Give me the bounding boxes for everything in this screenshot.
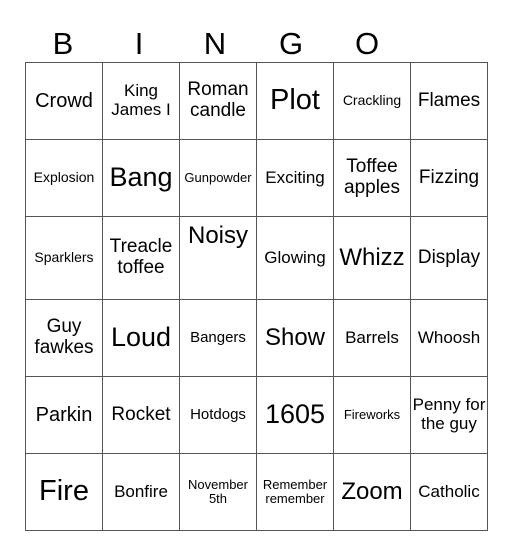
bingo-cell[interactable]: Catholic [410, 453, 488, 531]
bingo-cell[interactable]: Exciting [256, 139, 334, 217]
bingo-cell[interactable]: Toffee apples [333, 139, 411, 217]
grid-row: Guy fawkes Loud Bangers Show Barrels Who… [25, 299, 488, 377]
bingo-cell[interactable]: Sparklers [25, 216, 103, 300]
bingo-cell[interactable]: Rocket [102, 376, 180, 454]
bingo-cell[interactable]: Loud [102, 299, 180, 377]
bingo-cell[interactable]: 1605 [256, 376, 334, 454]
bingo-cell[interactable]: Zoom [333, 453, 411, 531]
bingo-cell[interactable]: Gunpowder [179, 139, 257, 217]
bingo-cell[interactable]: Noisy [179, 216, 257, 300]
bingo-cell[interactable]: Bang [102, 139, 180, 217]
bingo-cell[interactable]: Bonfire [102, 453, 180, 531]
bingo-cell[interactable]: Treacle toffee [102, 216, 180, 300]
bingo-cell[interactable]: Fire [25, 453, 103, 531]
header-letter-o: O [354, 26, 380, 61]
bingo-cell[interactable]: Penny for the guy [410, 376, 488, 454]
bingo-cell[interactable]: Barrels [333, 299, 411, 377]
bingo-cell[interactable]: King James I [102, 62, 180, 140]
grid-row: Explosion Bang Gunpowder Exciting Toffee… [25, 139, 488, 217]
grid-row: Fire Bonfire November 5th Remember remem… [25, 453, 488, 531]
bingo-cell[interactable]: Display [410, 216, 488, 300]
bingo-cell[interactable]: Whoosh [410, 299, 488, 377]
bingo-cell[interactable]: Crackling [333, 62, 411, 140]
header-letter-b: B [52, 26, 74, 61]
bingo-cell[interactable]: Explosion [25, 139, 103, 217]
header-letter-n: N [203, 26, 227, 61]
bingo-cell[interactable]: Flames [410, 62, 488, 140]
bingo-cell[interactable]: Roman candle [179, 62, 257, 140]
bingo-cell[interactable]: Bangers [179, 299, 257, 377]
bingo-cell[interactable]: Guy fawkes [25, 299, 103, 377]
bingo-cell[interactable]: Hotdogs [179, 376, 257, 454]
bingo-cell[interactable]: Fireworks [333, 376, 411, 454]
bingo-cell[interactable]: Crowd [25, 62, 103, 140]
bingo-cell[interactable]: November 5th [179, 453, 257, 531]
bingo-cell[interactable]: Show [256, 299, 334, 377]
grid-row: Parkin Rocket Hotdogs 1605 Fireworks Pen… [25, 376, 488, 454]
bingo-cell[interactable]: Remember remember [256, 453, 334, 531]
bingo-grid: Crowd King James I Roman candle Plot Cra… [25, 62, 488, 531]
grid-row: Crowd King James I Roman candle Plot Cra… [25, 62, 488, 140]
grid-row: Sparklers Treacle toffee Noisy Glowing W… [25, 216, 488, 300]
bingo-cell[interactable]: Whizz [333, 216, 411, 300]
bingo-cell[interactable]: Glowing [256, 216, 334, 300]
header-letter-g: G [278, 26, 304, 61]
bingo-cell[interactable]: Parkin [25, 376, 103, 454]
bingo-cell[interactable]: Fizzing [410, 139, 488, 217]
bingo-header: B I N G O [25, 26, 481, 62]
bingo-cell[interactable]: Plot [256, 62, 334, 140]
header-letter-i: I [134, 26, 144, 61]
